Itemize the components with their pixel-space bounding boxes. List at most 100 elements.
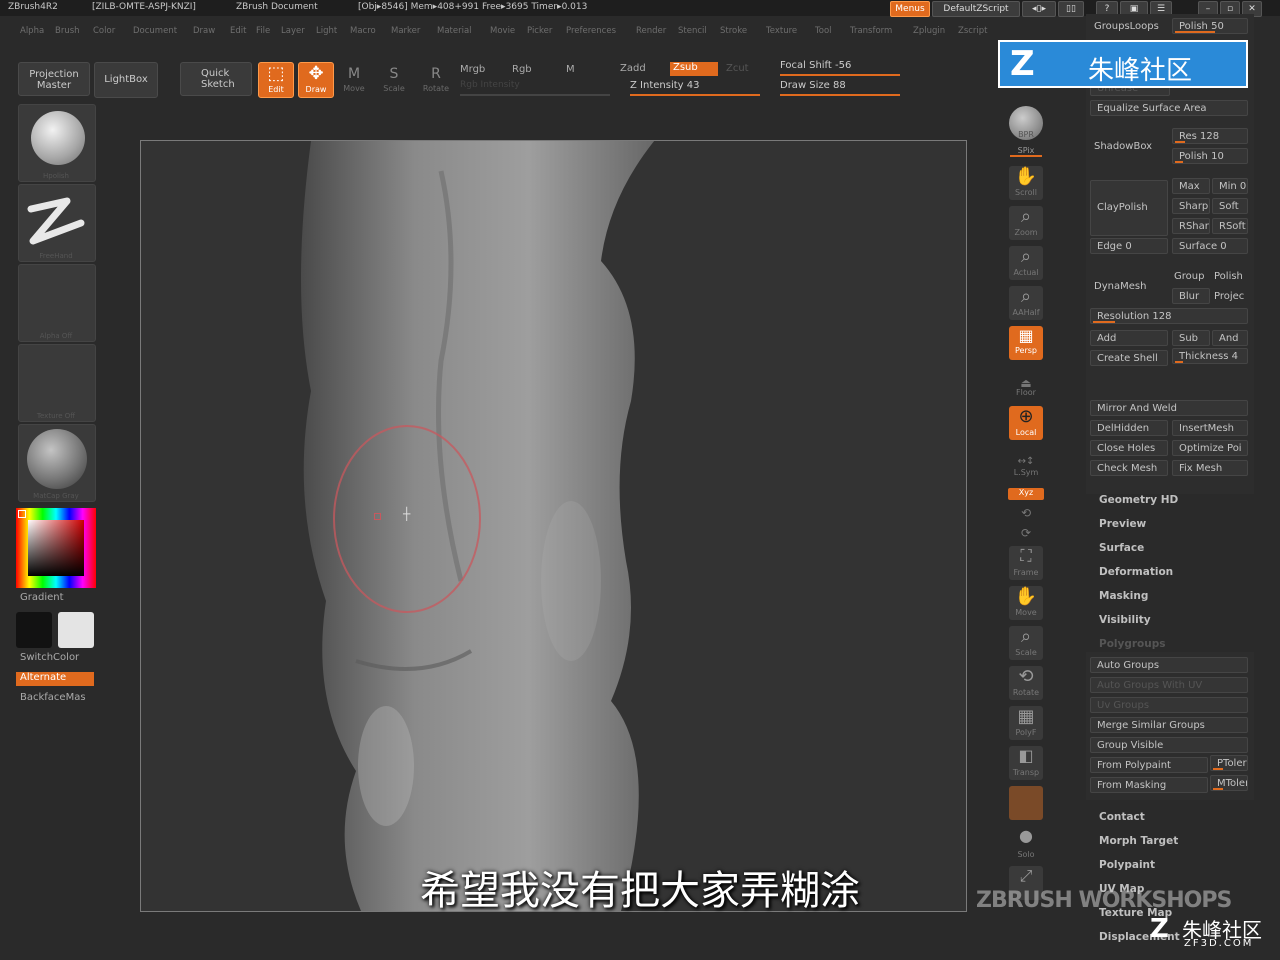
menu-item-movie[interactable]: Movie (490, 26, 515, 36)
uv-groups-button[interactable]: Uv Groups (1090, 697, 1248, 713)
polish-10-slider[interactable]: Polish 10 (1172, 148, 1248, 164)
mrgb-button[interactable]: Mrgb (460, 64, 485, 75)
zadd-button[interactable]: Zadd (620, 63, 646, 74)
projection-master-button[interactable]: Projection Master (18, 62, 90, 96)
groupsloops-button[interactable]: GroupsLoops (1094, 21, 1159, 32)
contact-section[interactable]: Contact (1099, 811, 1145, 823)
add-button[interactable]: Add (1090, 330, 1168, 346)
gradient-button[interactable]: Gradient (20, 592, 64, 603)
menu-item-preferences[interactable]: Preferences (566, 26, 616, 36)
max-slider[interactable]: Max (1172, 178, 1210, 194)
alpha-thumbnail[interactable] (18, 264, 96, 342)
claypolish-button[interactable]: ClayPolish (1090, 180, 1168, 236)
menu-item-brush[interactable]: Brush (55, 26, 80, 36)
from-masking-button[interactable]: From Masking (1090, 777, 1208, 793)
menu-item-light[interactable]: Light (316, 26, 337, 36)
ghost-button[interactable] (1009, 786, 1043, 820)
edge-slider[interactable]: Edge 0 (1090, 238, 1168, 254)
z-intensity-slider[interactable]: Z Intensity 43 (630, 80, 760, 96)
draw-size-slider[interactable]: Draw Size 88 (780, 80, 900, 96)
main-color-swatch[interactable] (16, 612, 52, 648)
surface-slider[interactable]: Surface 0 (1172, 238, 1248, 254)
res-128-slider[interactable]: Res 128 (1172, 128, 1248, 144)
visibility-section[interactable]: Visibility (1099, 614, 1151, 626)
insertmesh-button[interactable]: InsertMesh (1172, 420, 1248, 436)
menu-item-zplugin[interactable]: Zplugin (913, 26, 945, 36)
menu-item-document[interactable]: Document (133, 26, 177, 36)
and-button[interactable]: And (1212, 330, 1248, 346)
menu-item-material[interactable]: Material (437, 26, 472, 36)
menu-item-stencil[interactable]: Stencil (678, 26, 707, 36)
dynamesh-button[interactable]: DynaMesh (1094, 281, 1146, 292)
move-button[interactable]: M Move (340, 64, 368, 93)
backface-mask-button[interactable]: BackfaceMas (20, 692, 86, 703)
rotate-button[interactable]: R Rotate (420, 64, 452, 93)
soft-slider[interactable]: Soft (1212, 198, 1248, 214)
layout-right-button[interactable]: ▯▯ (1058, 1, 1084, 17)
preview-section[interactable]: Preview (1099, 518, 1146, 530)
mtoler-slider[interactable]: MToler (1210, 775, 1248, 791)
secondary-color-swatch[interactable] (58, 612, 94, 648)
menu-item-alpha[interactable]: Alpha (20, 26, 44, 36)
stroke-thumbnail[interactable] (18, 184, 96, 262)
mirror-and-weld-button[interactable]: Mirror And Weld (1090, 400, 1248, 416)
ptoler-slider[interactable]: PToler (1210, 755, 1248, 771)
edit-button[interactable]: ⬚ Edit (258, 62, 294, 98)
menu-item-layer[interactable]: Layer (281, 26, 305, 36)
menu-item-file[interactable]: File (256, 26, 270, 36)
min-slider[interactable]: Min 0 (1212, 178, 1248, 194)
color-square[interactable] (28, 520, 84, 576)
masking-section[interactable]: Masking (1099, 590, 1148, 602)
sub-button[interactable]: Sub (1172, 330, 1210, 346)
group-toggle[interactable]: Group (1174, 271, 1204, 282)
xyz-button[interactable]: Xyz (1008, 488, 1044, 500)
rsharp-slider[interactable]: RShar (1172, 218, 1210, 234)
material-thumbnail[interactable] (18, 424, 96, 502)
check-mesh-button[interactable]: Check Mesh (1090, 460, 1168, 476)
quick-sketch-button[interactable]: Quick Sketch (180, 62, 252, 96)
blur-slider[interactable]: Blur (1172, 288, 1210, 304)
create-shell-button[interactable]: Create Shell (1090, 350, 1168, 366)
menu-item-picker[interactable]: Picker (527, 26, 552, 36)
rgb-button[interactable]: Rgb (512, 64, 532, 75)
delhidden-button[interactable]: DelHidden (1090, 420, 1168, 436)
menu-item-tool[interactable]: Tool (815, 26, 832, 36)
menu-item-transform[interactable]: Transform (850, 26, 892, 36)
project-toggle[interactable]: Projec (1214, 291, 1244, 302)
menu-item-edit[interactable]: Edit (230, 26, 246, 36)
menu-item-macro[interactable]: Macro (350, 26, 376, 36)
polish-50-slider[interactable]: Polish 50 (1172, 18, 1248, 34)
resolution-slider[interactable]: Resolution 128 (1090, 308, 1248, 324)
lightbox-button[interactable]: LightBox (94, 62, 158, 98)
menus-button[interactable]: Menus (890, 1, 930, 17)
rotate-y-icon[interactable]: ⟲ (1003, 506, 1049, 520)
sharp-slider[interactable]: Sharp (1172, 198, 1210, 214)
alternate-button[interactable]: Alternate (16, 672, 94, 686)
default-zscript-button[interactable]: DefaultZScript (932, 1, 1020, 17)
deformation-section[interactable]: Deformation (1099, 566, 1173, 578)
layout-left-button[interactable]: ◂▯▸ (1022, 1, 1056, 17)
shadowbox-button[interactable]: ShadowBox (1094, 141, 1152, 152)
m-button[interactable]: M (566, 64, 575, 75)
scale-button[interactable]: S Scale (380, 64, 408, 93)
zcut-button[interactable]: Zcut (726, 63, 749, 74)
color-picker[interactable] (16, 508, 96, 588)
rotate-z-icon[interactable]: ⟳ (1003, 526, 1049, 540)
close-holes-button[interactable]: Close Holes (1090, 440, 1168, 456)
texture-thumbnail[interactable] (18, 344, 96, 422)
polish-toggle[interactable]: Polish (1214, 271, 1243, 282)
spix-slider[interactable]: SPix (1010, 146, 1042, 157)
menu-item-color[interactable]: Color (93, 26, 115, 36)
draw-button[interactable]: ✥ Draw (298, 62, 334, 98)
geometry-hd-section[interactable]: Geometry HD (1099, 494, 1178, 506)
zsub-button[interactable]: Zsub (670, 62, 718, 76)
menu-item-marker[interactable]: Marker (391, 26, 420, 36)
auto-groups-button[interactable]: Auto Groups (1090, 657, 1248, 673)
menu-item-render[interactable]: Render (636, 26, 666, 36)
rsoft-slider[interactable]: RSoft (1212, 218, 1248, 234)
polygroups-section[interactable]: Polygroups (1099, 638, 1166, 650)
group-visible-button[interactable]: Group Visible (1090, 737, 1248, 753)
menu-item-zscript[interactable]: Zscript (958, 26, 988, 36)
focal-shift-slider[interactable]: Focal Shift -56 (780, 60, 900, 76)
from-polypaint-button[interactable]: From Polypaint (1090, 757, 1208, 773)
